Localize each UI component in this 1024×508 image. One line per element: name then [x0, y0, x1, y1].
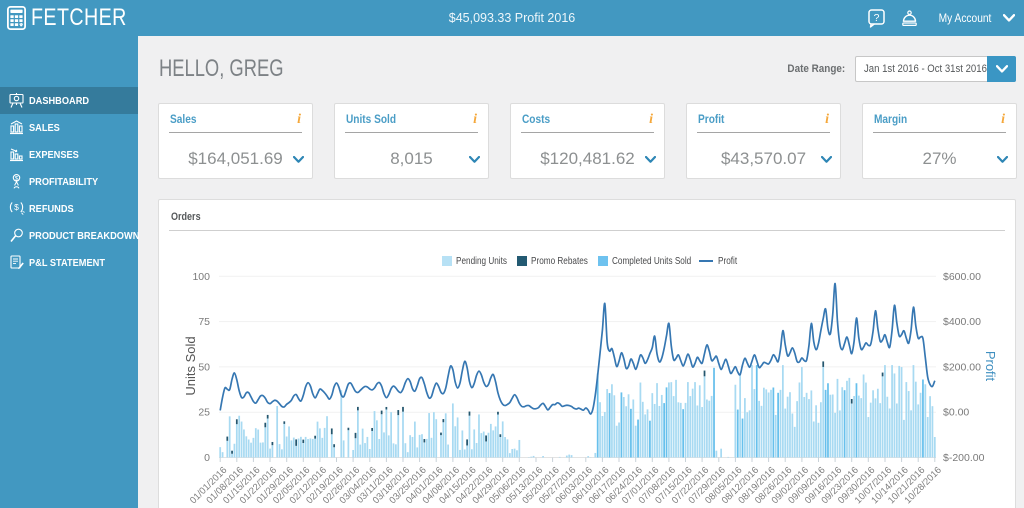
svg-text:?: ? — [874, 12, 880, 24]
svg-text:$: $ — [14, 202, 19, 212]
